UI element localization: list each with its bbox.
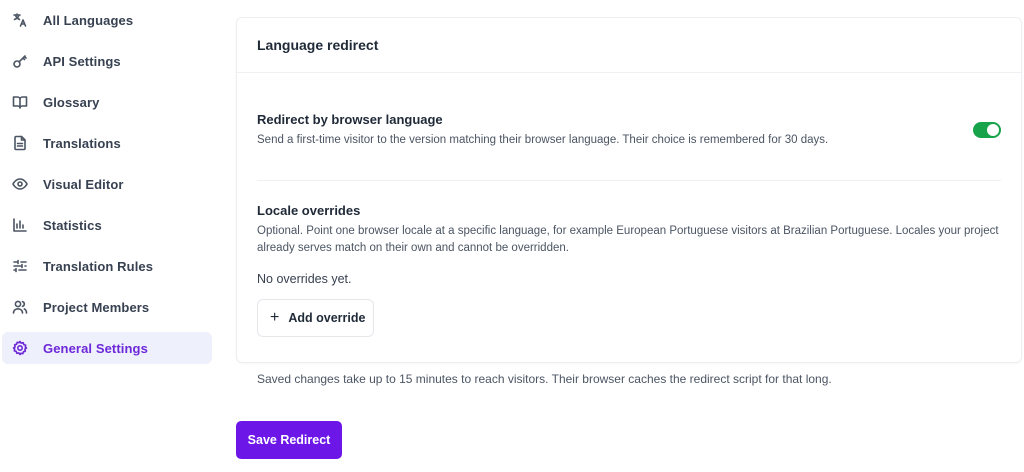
sidebar-item-label: Translations [43, 135, 121, 151]
save-redirect-button[interactable]: Save Redirect [236, 421, 342, 459]
sidebar-item-label: All Languages [43, 12, 134, 28]
redirect-section: Redirect by browser language Send a firs… [257, 112, 1001, 149]
sidebar-item-label: General Settings [43, 340, 148, 356]
overrides-title: Locale overrides [257, 203, 361, 218]
sidebar-item-label: Visual Editor [43, 176, 124, 192]
sidebar-item-translation-rules[interactable]: Translation Rules [2, 250, 212, 282]
add-override-label: Add override [288, 311, 366, 325]
overrides-empty-text: No overrides yet. [257, 272, 352, 286]
sidebar-item-label: API Settings [43, 53, 121, 69]
sliders-icon [11, 258, 28, 275]
redirect-title: Redirect by browser language [257, 112, 443, 127]
sidebar-item-label: Glossary [43, 94, 100, 110]
card-header: Language redirect [237, 18, 1021, 73]
add-override-button[interactable]: + Add override [257, 299, 374, 337]
document-icon [11, 135, 28, 152]
sidebar: All Languages API Settings Glossary Tran… [0, 4, 214, 373]
redirect-description: Send a first-time visitor to the version… [257, 134, 829, 146]
sidebar-item-project-members[interactable]: Project Members [2, 291, 212, 323]
plus-icon: + [270, 309, 280, 326]
key-icon [11, 53, 28, 70]
save-note: Saved changes take up to 15 minutes to r… [257, 372, 832, 386]
overrides-section: Locale overrides Optional. Point one bro… [257, 203, 1001, 286]
card-title: Language redirect [257, 37, 379, 53]
translate-icon [11, 12, 28, 29]
sidebar-item-general-settings[interactable]: General Settings [2, 332, 212, 364]
sidebar-item-label: Project Members [43, 299, 150, 315]
toggle-knob [987, 124, 999, 136]
sidebar-item-statistics[interactable]: Statistics [2, 209, 212, 241]
eye-icon [11, 176, 28, 193]
sidebar-item-label: Translation Rules [43, 258, 154, 274]
sidebar-item-all-languages[interactable]: All Languages [2, 4, 212, 36]
sidebar-item-glossary[interactable]: Glossary [2, 86, 212, 118]
users-icon [11, 299, 28, 316]
sidebar-item-label: Statistics [43, 217, 102, 233]
divider [257, 180, 1001, 181]
book-icon [11, 94, 28, 111]
overrides-description: Optional. Point one browser locale at a … [257, 225, 999, 254]
sidebar-item-visual-editor[interactable]: Visual Editor [2, 168, 212, 200]
language-redirect-card: Language redirect Redirect by browser la… [236, 17, 1022, 363]
bar-chart-icon [11, 217, 28, 234]
redirect-toggle[interactable] [973, 122, 1001, 138]
sidebar-item-api-settings[interactable]: API Settings [2, 45, 212, 77]
gear-icon [11, 340, 28, 357]
sidebar-item-translations[interactable]: Translations [2, 127, 212, 159]
